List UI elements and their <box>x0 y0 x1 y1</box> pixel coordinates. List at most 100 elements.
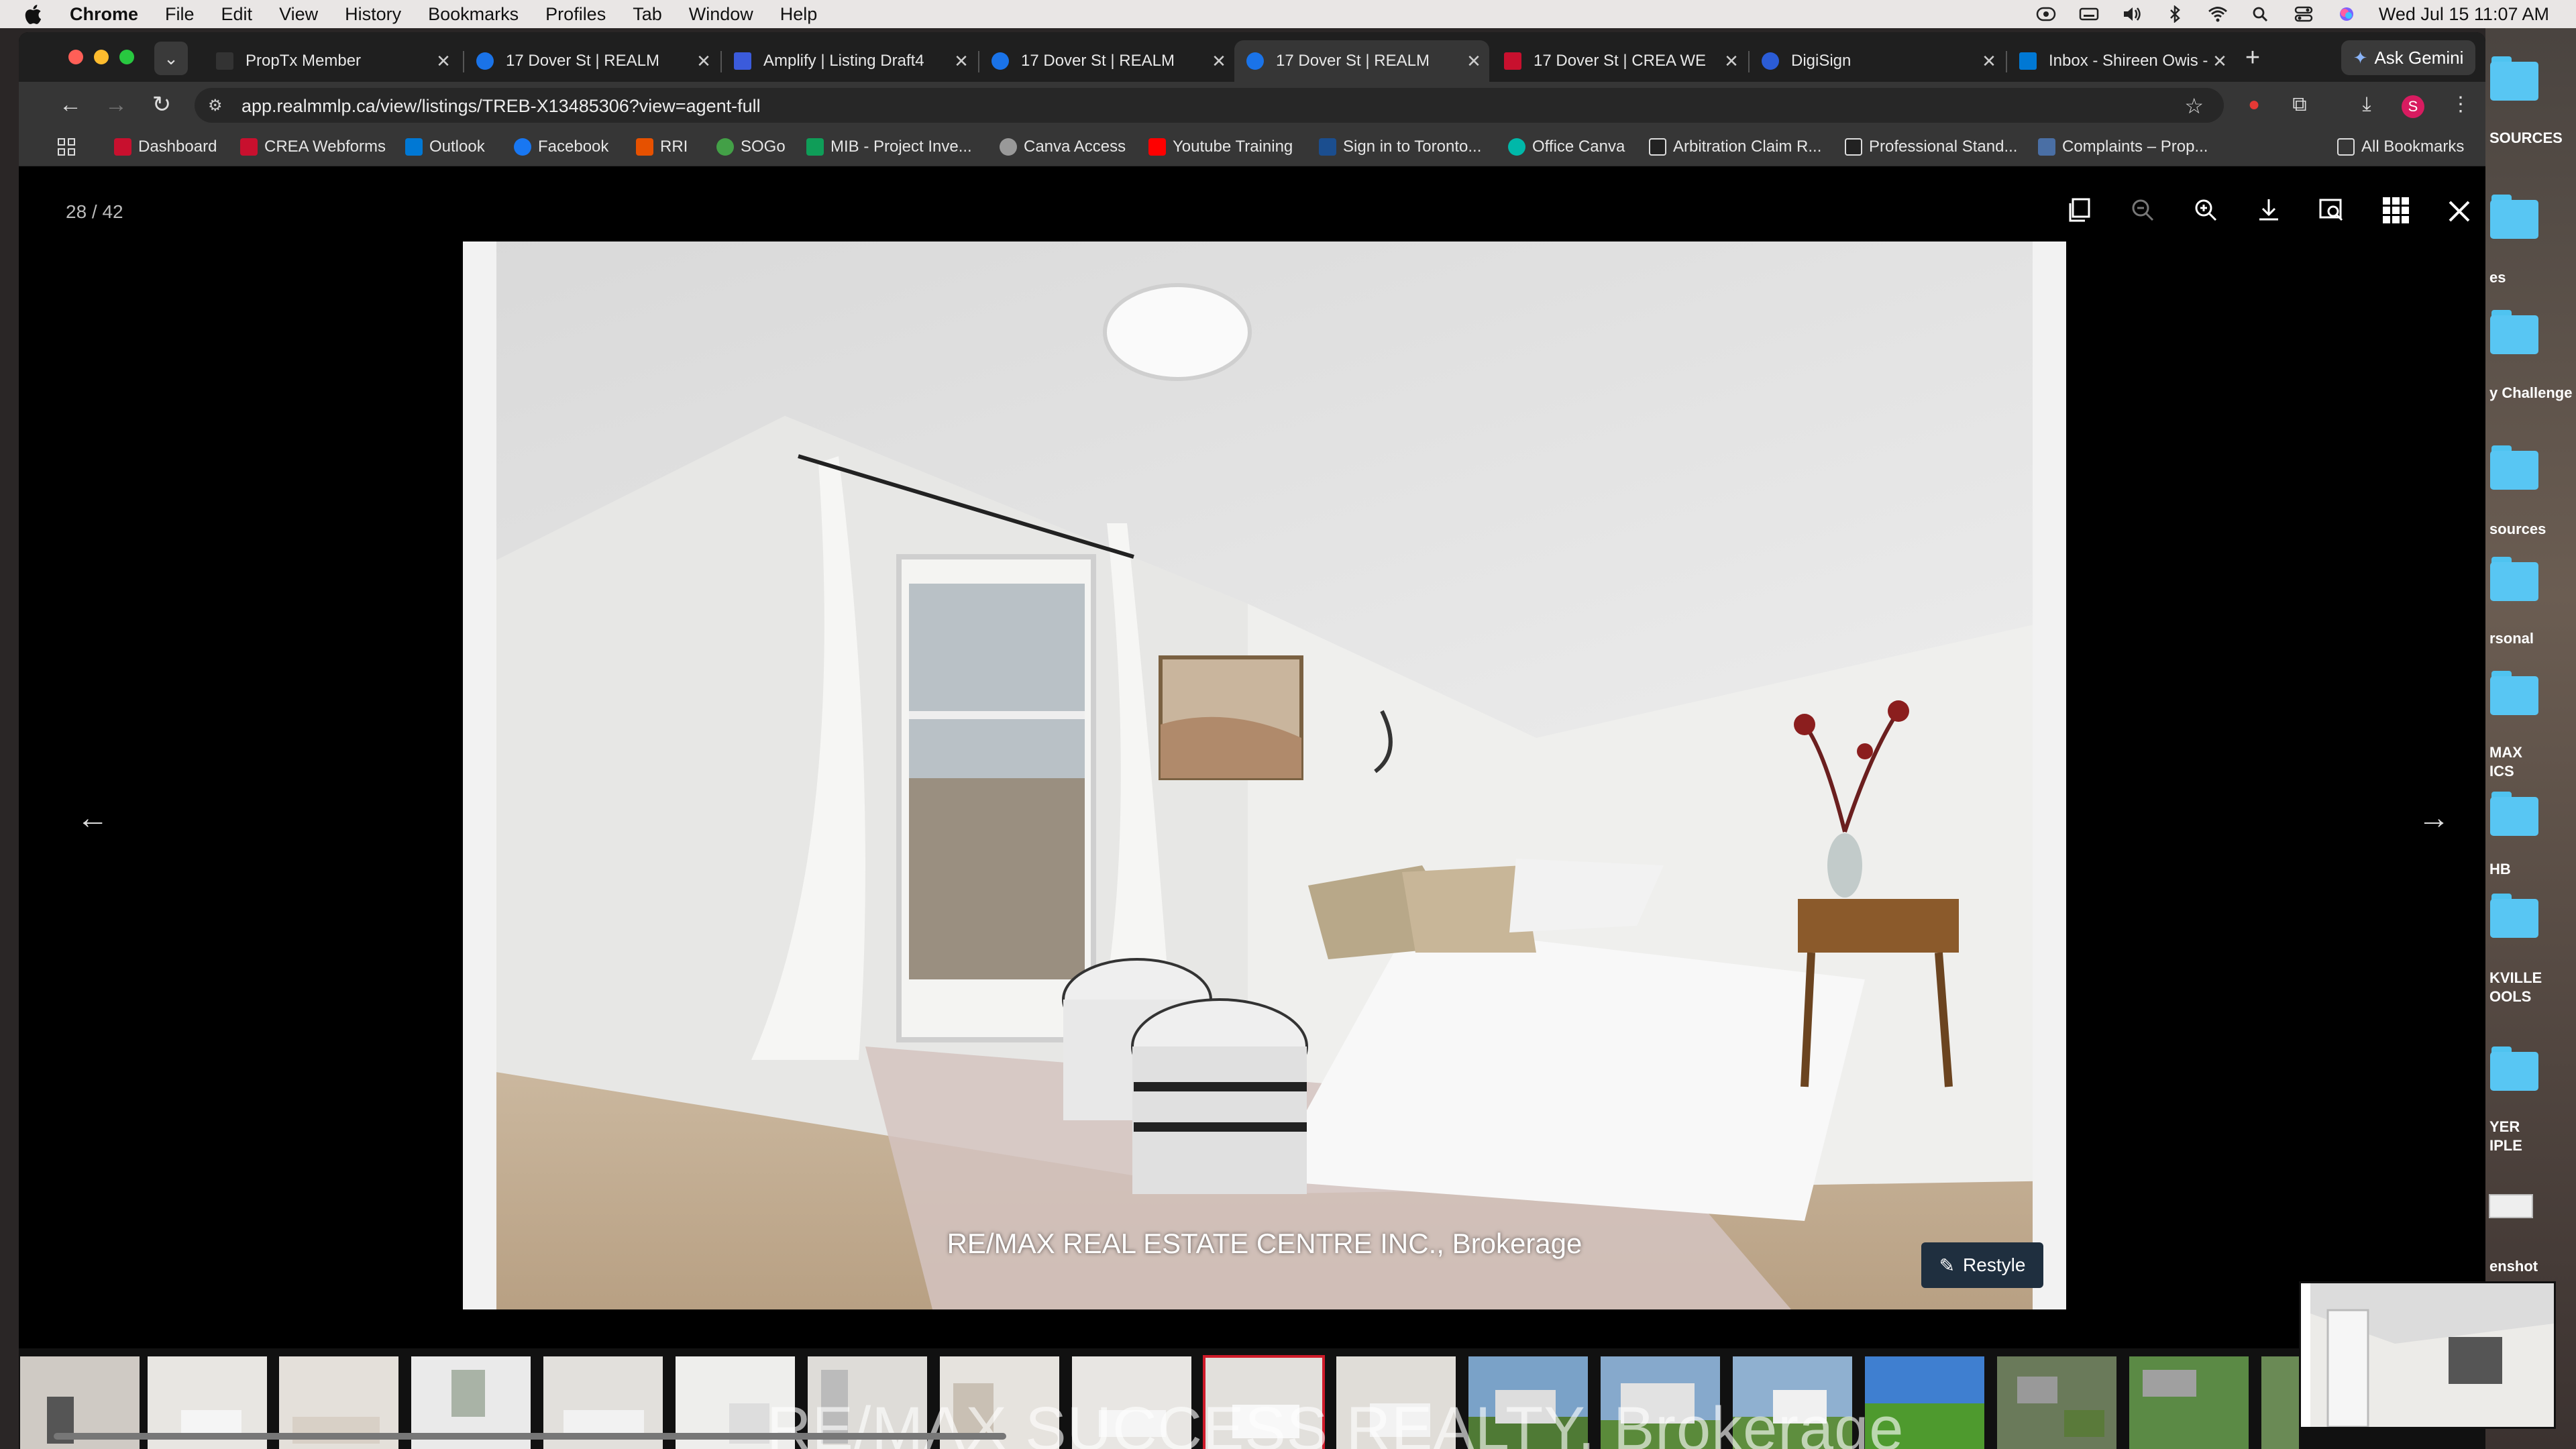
bluetooth-icon[interactable] <box>2164 5 2186 23</box>
folder-label[interactable]: ICS <box>2485 762 2576 781</box>
zoom-in-button[interactable] <box>2187 196 2224 233</box>
close-tab-icon[interactable]: ✕ <box>1464 51 1484 72</box>
folder-icon[interactable] <box>2490 671 2538 715</box>
menu-view[interactable]: View <box>279 4 318 25</box>
forward-button[interactable]: → <box>99 89 133 122</box>
folder-icon[interactable] <box>2490 557 2538 601</box>
horizontal-scrollbar[interactable] <box>54 1433 1006 1440</box>
folder-icon[interactable] <box>2490 310 2538 354</box>
folder-label[interactable]: OOLS <box>2485 987 2576 1006</box>
folder-label[interactable]: es <box>2485 268 2576 287</box>
spotlight-search-icon[interactable] <box>2250 5 2271 23</box>
more-menu-icon[interactable]: ⋮ <box>2446 90 2475 119</box>
volume-icon[interactable] <box>2121 5 2143 23</box>
bookmark-toronto-signin[interactable]: Sign in to Toronto... <box>1319 136 1481 158</box>
address-bar[interactable]: ⚙ app.realmmlp.ca/view/listings/TREB-X13… <box>195 88 2224 123</box>
keyboard-icon[interactable] <box>2078 5 2100 23</box>
tab-crea-webforms[interactable]: 17 Dover St | CREA WE ✕ <box>1492 40 1747 82</box>
menu-tab[interactable]: Tab <box>633 4 662 25</box>
bookmark-arbitration[interactable]: Arbitration Claim R... <box>1649 136 1821 158</box>
menu-file[interactable]: File <box>165 4 195 25</box>
bookmark-crea-webforms[interactable]: CREA Webforms <box>240 136 386 158</box>
tab-realm-2[interactable]: 17 Dover St | REALM ✕ <box>979 40 1234 82</box>
folder-label[interactable]: MAX <box>2485 743 2576 762</box>
wifi-icon[interactable] <box>2207 5 2229 23</box>
photo-thumbnail[interactable] <box>1996 1355 2118 1449</box>
folder-label[interactable]: sources <box>2485 520 2576 539</box>
ask-gemini-button[interactable]: ✦ Ask Gemini <box>2341 40 2475 75</box>
visual-search-button[interactable] <box>2313 196 2351 233</box>
menu-clock[interactable]: Wed Jul 15 11:07 AM <box>2379 4 2549 25</box>
menu-history[interactable]: History <box>345 4 401 25</box>
close-tab-icon[interactable]: ✕ <box>694 51 714 72</box>
folder-icon[interactable] <box>2490 1046 2538 1091</box>
site-info-icon[interactable]: ⚙ <box>208 96 228 115</box>
zoom-window-button[interactable] <box>119 50 134 64</box>
menu-bookmarks[interactable]: Bookmarks <box>428 4 519 25</box>
folder-label[interactable]: IPLE <box>2485 1136 2576 1155</box>
bookmark-professional-standards[interactable]: Professional Stand... <box>1845 136 2017 158</box>
photo-thumbnail[interactable] <box>2260 1355 2300 1449</box>
bookmark-rri[interactable]: RRI <box>636 136 688 158</box>
folder-icon[interactable] <box>2490 894 2538 938</box>
menu-help[interactable]: Help <box>780 4 818 25</box>
close-window-button[interactable] <box>68 50 83 64</box>
tab-realm-active[interactable]: 17 Dover St | REALM ✕ <box>1234 40 1489 82</box>
bookmark-facebook[interactable]: Facebook <box>514 136 608 158</box>
new-tab-button[interactable]: + <box>2236 42 2269 75</box>
extension-red-icon[interactable]: ● <box>2239 90 2269 119</box>
bookmark-star-icon[interactable]: ☆ <box>2184 93 2204 119</box>
bookmark-outlook[interactable]: Outlook <box>405 136 485 158</box>
folder-label[interactable]: y Challenge <box>2485 384 2576 402</box>
close-tab-icon[interactable]: ✕ <box>1209 51 1229 72</box>
grid-view-button[interactable] <box>2377 196 2415 233</box>
siri-icon[interactable] <box>2336 5 2357 23</box>
slideshow-button[interactable] <box>2061 196 2098 233</box>
folder-label[interactable]: KVILLE <box>2485 969 2576 987</box>
apple-icon[interactable] <box>23 3 43 25</box>
close-tab-icon[interactable]: ✕ <box>1721 51 1741 72</box>
bookmark-dashboard[interactable]: Dashboard <box>114 136 217 158</box>
folder-label[interactable]: SOURCES <box>2485 129 2576 148</box>
folder-icon[interactable] <box>2490 56 2538 101</box>
reload-button[interactable]: ↻ <box>145 89 178 122</box>
screenshot-file-icon[interactable] <box>2489 1194 2533 1218</box>
previous-photo-button[interactable]: ← <box>72 798 113 839</box>
folder-label[interactable]: rsonal <box>2485 629 2576 648</box>
folder-label[interactable]: HB <box>2485 860 2576 879</box>
next-photo-button[interactable]: → <box>2414 798 2454 839</box>
restyle-button[interactable]: ✎ Restyle <box>1921 1242 2043 1288</box>
menu-window[interactable]: Window <box>689 4 753 25</box>
minimize-window-button[interactable] <box>94 50 109 64</box>
folder-icon[interactable] <box>2490 792 2538 836</box>
control-center-icon[interactable] <box>2293 5 2314 23</box>
tab-proptx-member[interactable]: PropTx Member ✕ <box>204 40 459 82</box>
url-text[interactable]: app.realmmlp.ca/view/listings/TREB-X1348… <box>241 96 761 117</box>
tab-realm-1[interactable]: 17 Dover St | REALM ✕ <box>464 40 719 82</box>
screen-record-icon[interactable] <box>2035 5 2057 23</box>
bookmark-canva-access[interactable]: Canva Access <box>1000 136 1126 158</box>
tab-amplify[interactable]: Amplify | Listing Draft4 ✕ <box>722 40 977 82</box>
menu-profiles[interactable]: Profiles <box>545 4 606 25</box>
bookmark-sogo[interactable]: SOGo <box>716 136 786 158</box>
close-tab-icon[interactable]: ✕ <box>433 51 453 72</box>
tab-search-button[interactable]: ⌄ <box>154 42 188 75</box>
tab-digisign[interactable]: DigiSign ✕ <box>1750 40 2004 82</box>
folder-label[interactable]: enshot <box>2485 1257 2576 1276</box>
zoom-out-button[interactable] <box>2124 196 2161 233</box>
all-bookmarks-button[interactable]: All Bookmarks <box>2337 136 2464 158</box>
bookmark-mib[interactable]: MIB - Project Inve... <box>806 136 972 158</box>
close-tab-icon[interactable]: ✕ <box>2210 51 2230 72</box>
profile-avatar[interactable]: S <box>2402 95 2424 118</box>
menu-app-name[interactable]: Chrome <box>70 4 138 25</box>
download-button[interactable] <box>2250 196 2288 233</box>
apps-grid-icon[interactable] <box>56 136 76 158</box>
listing-photo[interactable]: RE/MAX REAL ESTATE CENTRE INC., Brokerag… <box>463 241 2066 1309</box>
bookmark-youtube-training[interactable]: Youtube Training <box>1148 136 1293 158</box>
downloads-icon[interactable]: ⤓ <box>2352 90 2381 119</box>
bookmark-complaints[interactable]: Complaints – Prop... <box>2038 136 2208 158</box>
close-tab-icon[interactable]: ✕ <box>1979 51 1999 72</box>
folder-icon[interactable] <box>2490 445 2538 490</box>
close-viewer-button[interactable] <box>2440 196 2478 233</box>
extensions-puzzle-icon[interactable]: ⧉ <box>2285 90 2314 119</box>
